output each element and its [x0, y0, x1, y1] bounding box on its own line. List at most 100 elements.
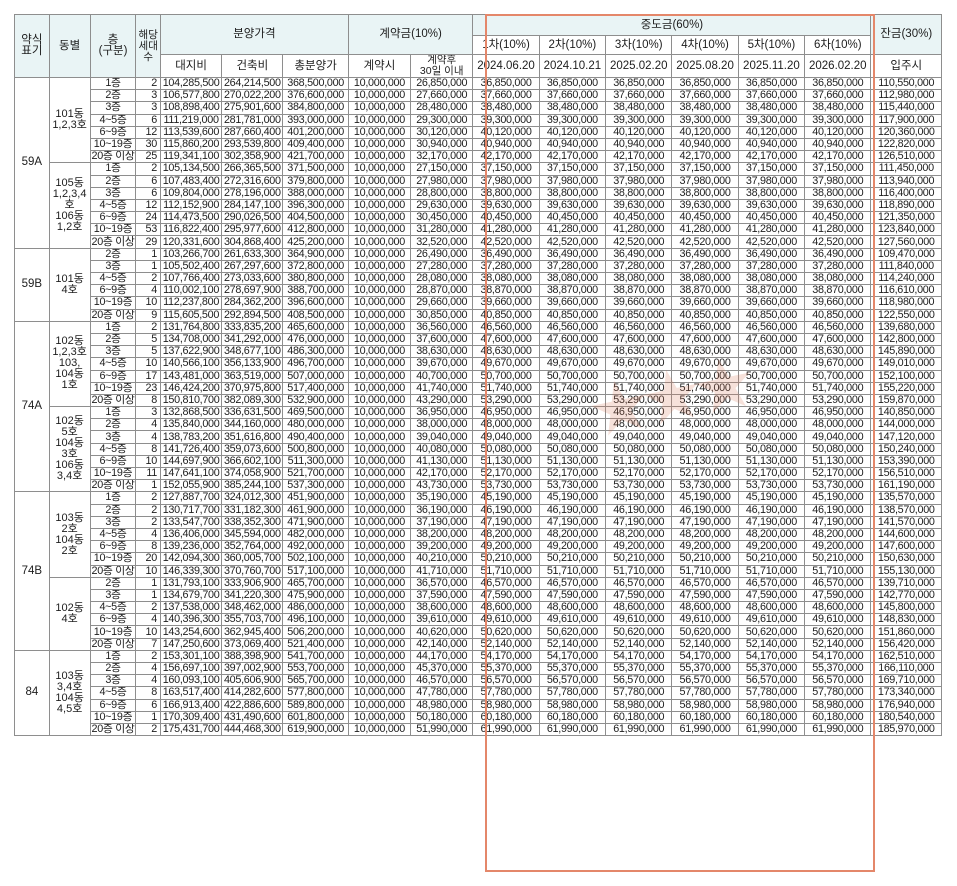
table-row: 3층 2 133,547,700 338,352,300 471,900,000 10,0…	[15, 515, 942, 529]
land-price-cell: 136,406,000	[159, 527, 223, 542]
deposit-30days-cell: 36,560,000	[410, 320, 474, 334]
floor-cell: 2층	[89, 247, 137, 261]
balance-cell: 166,110,000	[870, 661, 942, 676]
floor-cell: 2층	[89, 576, 137, 590]
deposit-30days-cell: 43,730,000	[410, 479, 474, 493]
mid-6-cell: 47,190,000	[804, 515, 872, 529]
mid-5-cell: 47,600,000	[737, 332, 806, 347]
building-price-cell: 290,026,500	[221, 211, 284, 225]
mid-2-cell: 54,170,000	[538, 649, 607, 664]
mid-6-cell: 46,190,000	[804, 503, 872, 517]
deposit-signing-cell: 10,000,000	[347, 211, 412, 225]
mid-5-cell: 39,630,000	[737, 198, 806, 213]
table-row: 4~5층 12 112,152,900 284,147,100 396,300,000 1…	[15, 198, 942, 213]
deposit-30days-cell: 39,610,000	[410, 613, 474, 627]
deposit-signing-cell: 10,000,000	[347, 320, 412, 334]
building-price-cell: 284,362,200	[221, 296, 284, 310]
header-mid-round-1: 1차(10%)	[472, 35, 540, 55]
mid-5-cell: 38,800,000	[737, 186, 806, 200]
balance-cell: 139,680,000	[870, 320, 942, 334]
deposit-30days-cell: 48,980,000	[410, 698, 474, 712]
deposit-signing-cell: 10,000,000	[347, 150, 412, 164]
balance-cell: 147,120,000	[870, 430, 942, 444]
mid-4-cell: 49,040,000	[671, 430, 739, 444]
mid-4-cell: 52,140,000	[671, 637, 739, 651]
total-price-cell: 506,200,000	[282, 625, 349, 639]
table-row: 3층 1 134,679,700 341,220,300 475,900,000 10,0…	[15, 588, 942, 603]
mid-4-cell: 39,300,000	[671, 113, 739, 127]
balance-cell: 144,000,000	[870, 418, 942, 432]
deposit-signing-cell: 10,000,000	[347, 406, 412, 420]
mid-1-cell: 39,300,000	[472, 113, 540, 127]
table-row: 59B 101동 4호 2층 1 103,266,700 261,633,300 364,9…	[14, 247, 942, 322]
mid-3-cell: 52,170,000	[605, 466, 673, 481]
total-price-cell: 461,900,000	[282, 503, 349, 517]
unit-type-cell: 59B	[14, 247, 50, 322]
mid-2-cell: 36,490,000	[538, 247, 607, 261]
mid-6-cell: 50,080,000	[804, 442, 872, 456]
land-price-cell: 120,331,600	[159, 235, 223, 249]
mid-3-cell: 60,180,000	[605, 710, 673, 724]
deposit-30days-cell: 30,450,000	[410, 211, 474, 225]
deposit-signing-cell: 10,000,000	[347, 89, 412, 103]
header-mid-date-4: 2025.08.20	[671, 54, 739, 78]
deposit-signing-cell: 10,000,000	[347, 588, 412, 603]
mid-6-cell: 45,190,000	[804, 491, 872, 505]
units-cell: 5	[135, 332, 161, 347]
mid-5-cell: 60,180,000	[737, 710, 806, 724]
mid-4-cell: 54,170,000	[671, 649, 739, 664]
total-price-cell: 502,100,000	[282, 552, 349, 566]
mid-1-cell: 47,590,000	[472, 588, 540, 603]
deposit-30days-cell: 28,480,000	[410, 101, 474, 115]
mid-6-cell: 37,150,000	[804, 162, 872, 176]
mid-4-cell: 47,190,000	[671, 515, 739, 529]
mid-1-cell: 56,570,000	[472, 674, 540, 688]
total-price-cell: 496,100,000	[282, 613, 349, 627]
building-price-cell: 324,012,300	[221, 491, 284, 505]
mid-2-cell: 46,570,000	[538, 576, 607, 590]
header-building: 건축비	[221, 54, 284, 78]
table-row: 2층 2 130,717,700 331,182,300 461,900,000 10,0…	[15, 503, 942, 517]
mid-1-cell: 36,490,000	[472, 247, 540, 261]
mid-4-cell: 47,590,000	[671, 588, 739, 603]
land-price-cell: 144,697,900	[159, 454, 223, 469]
header-mid-round-2: 2차(10%)	[538, 35, 607, 55]
building-price-cell: 264,214,500	[221, 76, 284, 91]
units-cell: 4	[135, 418, 161, 432]
balance-cell: 127,560,000	[870, 235, 942, 249]
balance-cell: 110,550,000	[870, 76, 942, 91]
floor-cell: 10~19층	[89, 223, 137, 237]
units-cell: 2	[135, 76, 161, 91]
deposit-signing-cell: 10,000,000	[347, 674, 412, 688]
mid-4-cell: 39,630,000	[671, 198, 739, 213]
deposit-30days-cell: 40,080,000	[410, 442, 474, 456]
mid-4-cell: 46,570,000	[671, 576, 739, 590]
header-balance-sub: 입주시	[870, 54, 942, 78]
units-cell: 7	[135, 637, 161, 651]
header-units: 해당 세대 수	[135, 14, 161, 78]
mid-2-cell: 50,700,000	[538, 369, 607, 383]
deposit-30days-cell: 32,520,000	[410, 235, 474, 249]
floor-cell: 1층	[89, 162, 137, 176]
building-price-cell: 278,697,900	[221, 284, 284, 298]
balance-cell: 148,830,000	[870, 613, 942, 627]
floor-cell: 3층	[89, 588, 137, 603]
total-price-cell: 589,800,000	[282, 698, 349, 712]
dong-cell: 105동 1,2,3,4호 106동 1,2호	[48, 162, 91, 249]
floor-cell: 4~5층	[89, 686, 137, 700]
balance-cell: 140,850,000	[870, 406, 942, 420]
total-price-cell: 521,400,000	[282, 637, 349, 651]
balance-cell: 150,240,000	[870, 442, 942, 456]
mid-2-cell: 49,610,000	[538, 613, 607, 627]
mid-4-cell: 46,190,000	[671, 503, 739, 517]
mid-1-cell: 61,990,000	[472, 722, 540, 737]
mid-3-cell: 40,450,000	[605, 211, 673, 225]
mid-6-cell: 41,280,000	[804, 223, 872, 237]
total-price-cell: 388,700,000	[282, 284, 349, 298]
table-row: 2층 4 135,840,000 344,160,000 480,000,000 10,0…	[15, 418, 942, 432]
building-price-cell: 278,196,000	[221, 186, 284, 200]
mid-2-cell: 38,480,000	[538, 101, 607, 115]
mid-5-cell: 46,950,000	[737, 406, 806, 420]
deposit-30days-cell: 46,570,000	[410, 674, 474, 688]
unit-type-cell: 74A	[14, 320, 50, 493]
